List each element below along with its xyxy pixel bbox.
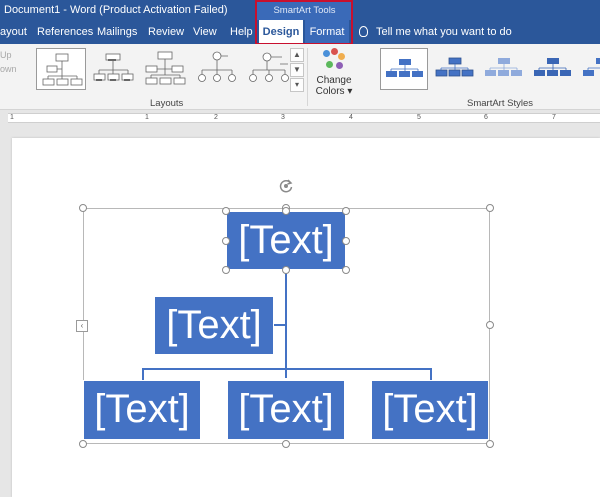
resize-handle-e[interactable] [486,321,494,329]
ribbon-tab-row: ayout References Mailings Review View He… [0,20,600,44]
shape-handle-nw[interactable] [222,207,230,215]
shape-handle-s[interactable] [282,266,290,274]
style-thumb-simple-fill[interactable] [380,48,428,90]
chevron-up-icon[interactable]: ▲ [290,48,304,62]
tab-view[interactable]: View [193,20,217,44]
move-down-button[interactable]: own [0,64,17,78]
move-up-button[interactable]: Up [0,50,17,64]
tell-me-search[interactable]: Tell me what you want to do [359,20,512,44]
resize-handle-sw[interactable] [79,440,87,448]
ruler-number: 1 [10,114,14,121]
tab-layout[interactable]: ayout [0,20,27,44]
smartart-tools-header: SmartArt Tools [257,0,352,20]
shape-handle-e[interactable] [342,237,350,245]
chevron-down-icon[interactable]: ▼ [290,63,304,77]
tab-mailings[interactable]: Mailings [97,20,137,44]
connector-assistant [273,324,286,326]
connector-child3 [430,368,432,380]
smartart-styles-gallery [366,48,600,90]
connector-child1 [142,368,144,380]
lightbulb-icon [359,26,368,37]
layouts-group-label: Layouts [150,98,184,109]
ruler-number: 6 [484,114,488,121]
resize-handle-ne[interactable] [486,204,494,212]
tab-design[interactable]: Design [259,20,303,44]
change-colors-button[interactable]: Change Colors ▾ [313,48,355,98]
connector-horizontal [142,368,431,370]
tab-references[interactable]: References [37,20,93,44]
smartart-shape-child-1[interactable]: [Text] [83,380,201,440]
resize-handle-se[interactable] [486,440,494,448]
move-controls: Up own [0,50,17,78]
horizontal-ruler[interactable]: 1 1 2 3 4 5 6 7 [0,111,600,125]
ruler-number: 4 [349,114,353,121]
style-thumb-white-outline[interactable] [431,48,479,90]
layout-thumb-circle-picture-hierarchy[interactable] [192,48,242,90]
shape-text: [Text] [94,387,190,431]
layouts-gallery-scroll: ▲ ▼ ▾ [290,48,304,93]
ruler-number: 3 [281,114,285,121]
tab-help[interactable]: Help [230,20,253,44]
shape-handle-sw[interactable] [222,266,230,274]
shape-handle-se[interactable] [342,266,350,274]
document-title: Document1 - Word (Product Activation Fai… [4,4,228,16]
shape-text: [Text] [238,387,334,431]
ruler-number: 1 [145,114,149,121]
resize-handle-nw[interactable] [79,204,87,212]
ruler-number: 2 [214,114,218,121]
tell-me-text: Tell me what you want to do [376,26,512,38]
ribbon-group-separator [307,48,308,106]
title-bar: Document1 - Word (Product Activation Fai… [0,0,600,20]
smartart-shape-top[interactable]: [Text] [226,211,346,270]
layout-thumb-organization-chart[interactable] [36,48,86,90]
layout-thumb-half-circle-org-chart[interactable] [140,48,190,90]
shape-text: [Text] [166,303,262,347]
shape-text: [Text] [382,387,478,431]
style-thumb-intense-effect[interactable] [578,48,600,90]
smartart-shape-assistant[interactable]: [Text] [154,296,274,355]
shape-handle-ne[interactable] [342,207,350,215]
style-thumb-subtle-effect[interactable] [480,48,528,90]
ruler-track: 1 1 2 3 4 5 6 7 [8,113,600,123]
layouts-gallery [36,48,289,90]
change-colors-label-2: Colors ▾ [315,86,353,97]
layout-thumb-hierarchy-circle[interactable] [244,48,294,90]
resize-handle-s[interactable] [282,440,290,448]
change-colors-label: Change [316,75,352,86]
smartart-shape-child-3[interactable]: [Text] [371,380,489,440]
dropdown-arrow-icon: ▾ [347,86,353,97]
ribbon: Up own ▲ ▼ ▾ Layouts Change Colors ▾ Sma… [0,44,600,110]
shape-handle-n[interactable] [282,207,290,215]
smartart-tools-label: SmartArt Tools [273,5,336,16]
smartart-shape-child-2[interactable]: [Text] [227,380,345,440]
ruler-number: 5 [417,114,421,121]
smartart-styles-group-label: SmartArt Styles [467,98,533,109]
palette-icon [323,48,345,72]
tab-review[interactable]: Review [148,20,184,44]
shape-text: [Text] [238,218,334,262]
layout-thumb-name-title-org-chart[interactable] [88,48,138,90]
style-thumb-moderate-effect[interactable] [529,48,577,90]
text-pane-toggle-button[interactable]: ‹ [76,320,88,332]
ruler-number: 7 [552,114,556,121]
shape-handle-w[interactable] [222,237,230,245]
gallery-more-icon[interactable]: ▾ [290,78,304,92]
rotate-icon[interactable] [278,178,294,194]
tab-format[interactable]: Format [305,20,349,44]
